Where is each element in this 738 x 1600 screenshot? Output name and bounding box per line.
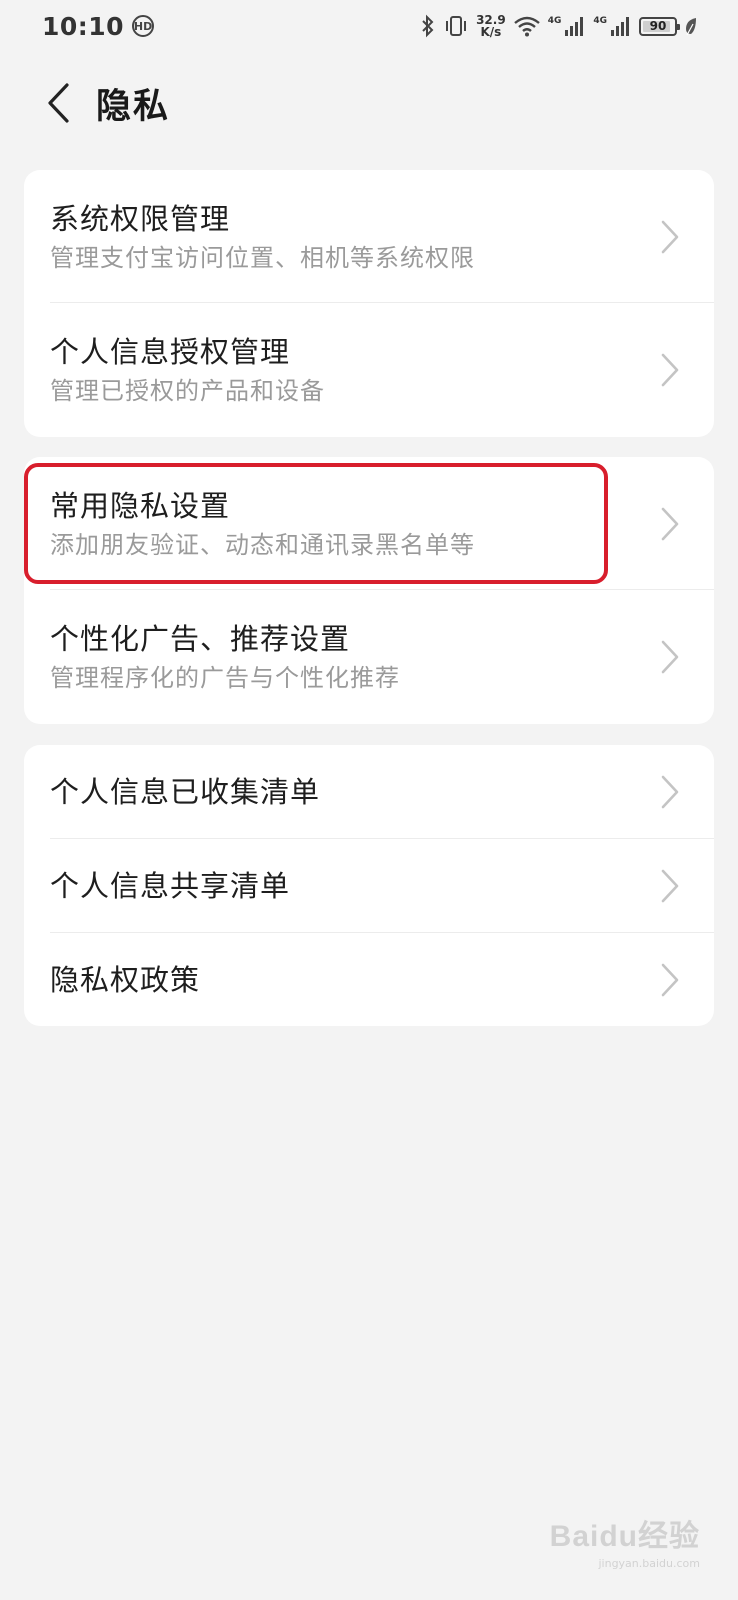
chevron-right-icon <box>661 869 679 903</box>
hd-sync-icon: HD <box>132 15 155 37</box>
list-item-texts: 系统权限管理 管理支付宝访问位置、相机等系统权限 <box>50 200 475 274</box>
list-item-shared-info-list[interactable]: 个人信息共享清单 <box>24 839 714 933</box>
list-item-title: 个人信息共享清单 <box>50 869 291 903</box>
list-item-title: 个人信息已收集清单 <box>50 775 321 809</box>
vibrate-icon <box>446 16 467 36</box>
back-button[interactable] <box>28 73 88 133</box>
list-item-title: 隐私权政策 <box>50 963 201 997</box>
status-bar: 10:10 HD 32.9 K/s 4G 4G 90 <box>0 0 738 52</box>
network-speed-unit: K/s <box>480 25 502 39</box>
chevron-right-icon <box>661 775 679 809</box>
list-item-subtitle: 添加朋友验证、动态和通讯录黑名单等 <box>50 530 475 559</box>
list-item-texts: 个性化广告、推荐设置 管理程序化的广告与个性化推荐 <box>50 620 400 694</box>
list-item-privacy-policy[interactable]: 隐私权政策 <box>24 933 714 1026</box>
chevron-right-icon <box>661 640 679 673</box>
battery-icon: 90 <box>639 16 680 36</box>
chevron-right-icon <box>661 220 679 253</box>
chevron-right-icon <box>661 353 679 386</box>
list-item-system-permissions[interactable]: 系统权限管理 管理支付宝访问位置、相机等系统权限 <box>24 170 714 303</box>
list-item-subtitle: 管理已授权的产品和设备 <box>50 376 325 405</box>
signal-icon-1 <box>565 17 584 36</box>
list-item-title: 个性化广告、推荐设置 <box>50 621 351 656</box>
network-type-2: 4G <box>593 16 607 26</box>
status-time: 10:10 <box>42 11 125 41</box>
leaf-icon <box>686 18 696 36</box>
chevron-right-icon <box>661 963 679 997</box>
wifi-icon <box>513 16 540 37</box>
list-item-subtitle: 管理支付宝访问位置、相机等系统权限 <box>50 243 475 272</box>
chevron-right-icon <box>661 507 679 540</box>
list-item-title: 常用隐私设置 <box>50 488 231 523</box>
list-item-personalized-ads[interactable]: 个性化广告、推荐设置 管理程序化的广告与个性化推荐 <box>24 590 714 723</box>
status-right: 32.9 K/s 4G 4G 90 <box>420 14 698 38</box>
settings-card-permissions: 系统权限管理 管理支付宝访问位置、相机等系统权限 个人信息授权管理 管理已授权的… <box>24 170 714 437</box>
list-item-title: 个人信息授权管理 <box>50 334 291 369</box>
list-item-subtitle: 管理程序化的广告与个性化推荐 <box>50 663 400 692</box>
chevron-left-icon <box>48 83 69 123</box>
list-item-collected-info-list[interactable]: 个人信息已收集清单 <box>24 745 714 839</box>
list-item-title: 系统权限管理 <box>50 201 231 236</box>
watermark-logo: Baidu经验 <box>549 1520 700 1553</box>
list-item-texts: 常用隐私设置 添加朋友验证、动态和通讯录黑名单等 <box>50 487 475 561</box>
list-item-common-privacy-settings[interactable]: 常用隐私设置 添加朋友验证、动态和通讯录黑名单等 <box>24 457 714 590</box>
status-left: 10:10 HD <box>42 11 155 41</box>
network-speed: 32.9 K/s <box>476 14 506 38</box>
watermark-url: jingyan.baidu.com <box>598 1557 700 1570</box>
battery-level: 90 <box>649 19 667 33</box>
settings-card-privacy: 常用隐私设置 添加朋友验证、动态和通讯录黑名单等 个性化广告、推荐设置 管理程序… <box>24 457 714 724</box>
app-header: 隐私 <box>0 70 738 136</box>
settings-card-lists: 个人信息已收集清单 个人信息共享清单 隐私权政策 <box>24 745 714 1026</box>
list-item-personal-info-authorization[interactable]: 个人信息授权管理 管理已授权的产品和设备 <box>24 303 714 436</box>
list-item-texts: 个人信息授权管理 管理已授权的产品和设备 <box>50 333 325 407</box>
signal-icon-2 <box>611 17 629 36</box>
bluetooth-icon <box>422 14 434 38</box>
page-title: 隐私 <box>96 86 171 127</box>
baidu-watermark: Baidu经验 jingyan.baidu.com <box>550 1511 700 1570</box>
network-type-1: 4G <box>547 16 562 26</box>
